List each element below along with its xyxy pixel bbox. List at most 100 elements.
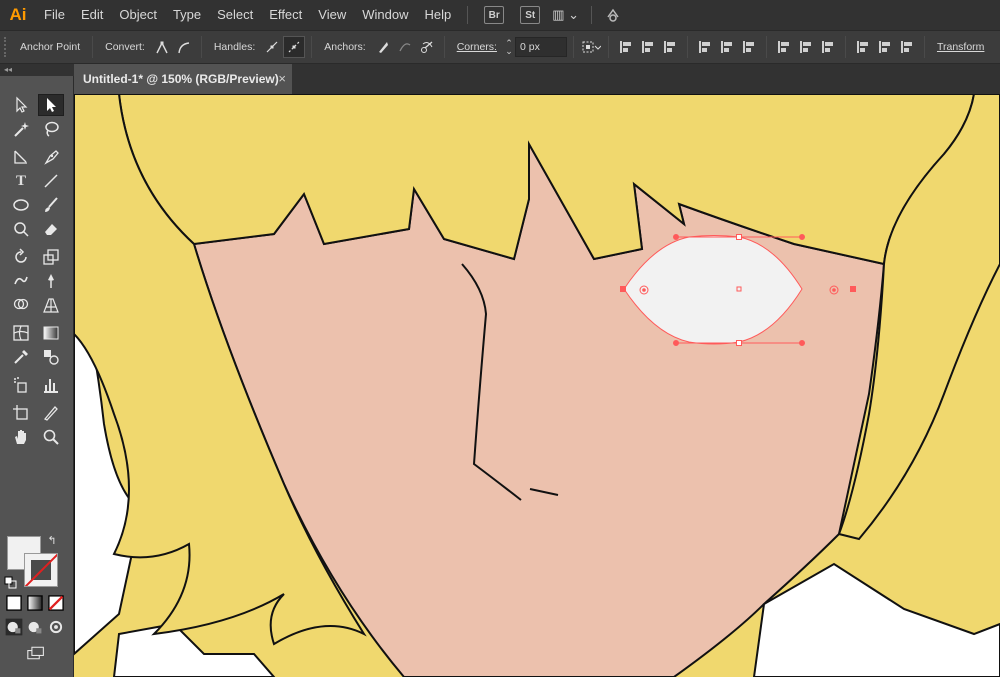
align-horizontal-center-icon[interactable] (637, 37, 659, 57)
distribute-left-icon[interactable] (852, 37, 874, 57)
transform-link[interactable]: Transform (937, 41, 984, 53)
direct-selection-tool-icon[interactable] (38, 94, 64, 116)
eyedropper-tool-icon[interactable] (8, 346, 34, 368)
magic-wand-tool-icon[interactable] (8, 118, 34, 140)
warp-tool-icon[interactable] (8, 270, 34, 292)
slice-tool-icon[interactable] (38, 402, 64, 424)
align-vertical-center-icon[interactable] (716, 37, 738, 57)
hide-handles-icon[interactable] (283, 36, 306, 58)
show-handles-icon[interactable] (261, 36, 283, 58)
distribute-right-icon[interactable] (896, 37, 918, 57)
corners-radius-field[interactable]: 0 px (514, 37, 567, 57)
separator (92, 36, 94, 58)
select-similar-icon[interactable] (580, 36, 602, 58)
cut-path-icon[interactable] (416, 36, 438, 58)
artboard-tool-icon[interactable] (8, 402, 34, 424)
anchor-point-label: Anchor Point (20, 41, 81, 53)
menu-type[interactable]: Type (165, 0, 209, 30)
symbol-sprayer-tool-icon[interactable] (8, 374, 34, 396)
control-bar: Anchor Point Convert: Handles: Anchors: … (0, 30, 1000, 64)
type-tool-icon[interactable]: T (8, 170, 34, 192)
draw-normal-icon[interactable] (5, 618, 23, 636)
tools-panel: T ↰ (0, 76, 74, 677)
draw-behind-icon[interactable] (26, 618, 44, 636)
paintbrush-tool-icon[interactable] (38, 194, 64, 216)
corners-stepper-icon[interactable]: ⌃ ⌄ (503, 36, 515, 58)
distribute-vertical-center-icon[interactable] (795, 37, 817, 57)
connect-paths-icon[interactable] (394, 36, 416, 58)
menu-edit[interactable]: Edit (73, 0, 111, 30)
menu-window[interactable]: Window (354, 0, 416, 30)
none-mode-icon[interactable] (47, 594, 65, 612)
handles-label: Handles: (213, 41, 256, 53)
document-tab-strip: Untitled-1* @ 150% (RGB/Preview) × (74, 64, 1000, 94)
puppet-warp-tool-icon[interactable] (38, 270, 64, 292)
gradient-tool-icon[interactable] (38, 322, 64, 344)
shape-builder-tool-icon[interactable] (8, 294, 34, 316)
menu-separator (591, 6, 593, 24)
corners-label[interactable]: Corners: (457, 41, 497, 53)
menu-effect[interactable]: Effect (261, 0, 310, 30)
perspective-grid-tool-icon[interactable] (38, 294, 64, 316)
workspace-switcher-icon[interactable]: ▥ ⌄ (552, 7, 579, 23)
rotate-tool-icon[interactable] (8, 246, 34, 268)
distribute-top-icon[interactable] (773, 37, 795, 57)
distribute-horizontal-center-icon[interactable] (874, 37, 896, 57)
color-mode-icon[interactable] (5, 594, 23, 612)
swap-fill-stroke-icon[interactable]: ↰ (44, 532, 60, 548)
separator (311, 36, 313, 58)
lasso-tool-icon[interactable] (38, 118, 64, 140)
pen-tool-icon[interactable] (8, 146, 34, 168)
blend-tool-icon[interactable] (38, 346, 64, 368)
document-tab-title: Untitled-1* @ 150% (RGB/Preview) (83, 72, 279, 86)
menu-object[interactable]: Object (111, 0, 165, 30)
align-left-icon[interactable] (615, 37, 637, 57)
control-bar-grip[interactable] (4, 37, 10, 57)
align-right-icon[interactable] (659, 37, 681, 57)
align-bottom-icon[interactable] (738, 37, 760, 57)
remove-anchor-icon[interactable] (372, 36, 394, 58)
separator (765, 36, 767, 58)
mesh-tool-icon[interactable] (8, 322, 34, 344)
stock-button[interactable]: St (520, 6, 541, 24)
gradient-mode-icon[interactable] (26, 594, 44, 612)
separator (923, 36, 925, 58)
zoom-tool-icon[interactable] (38, 426, 64, 448)
selection-tool-icon[interactable] (8, 94, 34, 116)
ellipse-tool-icon[interactable] (8, 194, 34, 216)
separator (443, 36, 445, 58)
convert-label: Convert: (105, 41, 145, 53)
hand-tool-icon[interactable] (8, 426, 34, 448)
menu-view[interactable]: View (310, 0, 354, 30)
gpu-performance-icon[interactable] (604, 5, 622, 26)
illustrator-logo: Ai (9, 5, 27, 24)
convert-to-smooth-icon[interactable] (173, 36, 195, 58)
toolbar-collapse[interactable]: ◂◂ (0, 64, 74, 76)
draw-inside-icon[interactable] (47, 618, 65, 636)
separator (572, 36, 574, 58)
menu-select[interactable]: Select (209, 0, 261, 30)
default-fill-stroke-icon[interactable] (4, 576, 18, 590)
artwork (74, 94, 1000, 677)
column-graph-tool-icon[interactable] (38, 374, 64, 396)
convert-to-corner-icon[interactable] (151, 36, 173, 58)
menu-bar: Ai File Edit Object Type Select Effect V… (0, 0, 1000, 30)
stroke-color-swatch[interactable] (24, 553, 58, 587)
artboard-canvas[interactable] (74, 94, 1000, 677)
curvature-pen-icon[interactable] (38, 146, 64, 168)
line-segment-tool-icon[interactable] (38, 170, 64, 192)
document-tab[interactable]: Untitled-1* @ 150% (RGB/Preview) × (74, 64, 292, 94)
eraser-tool-icon[interactable] (38, 218, 64, 240)
screen-mode-icon[interactable] (22, 642, 50, 664)
shaper-tool-icon[interactable] (8, 218, 34, 240)
menu-help[interactable]: Help (416, 0, 459, 30)
separator (686, 36, 688, 58)
scale-tool-icon[interactable] (38, 246, 64, 268)
close-tab-icon[interactable]: × (278, 71, 286, 86)
menu-separator (467, 6, 469, 24)
distribute-bottom-icon[interactable] (817, 37, 839, 57)
bridge-button[interactable]: Br (484, 6, 505, 24)
menu-file[interactable]: File (36, 0, 73, 30)
anchors-label: Anchors: (324, 41, 366, 53)
align-top-icon[interactable] (694, 37, 716, 57)
